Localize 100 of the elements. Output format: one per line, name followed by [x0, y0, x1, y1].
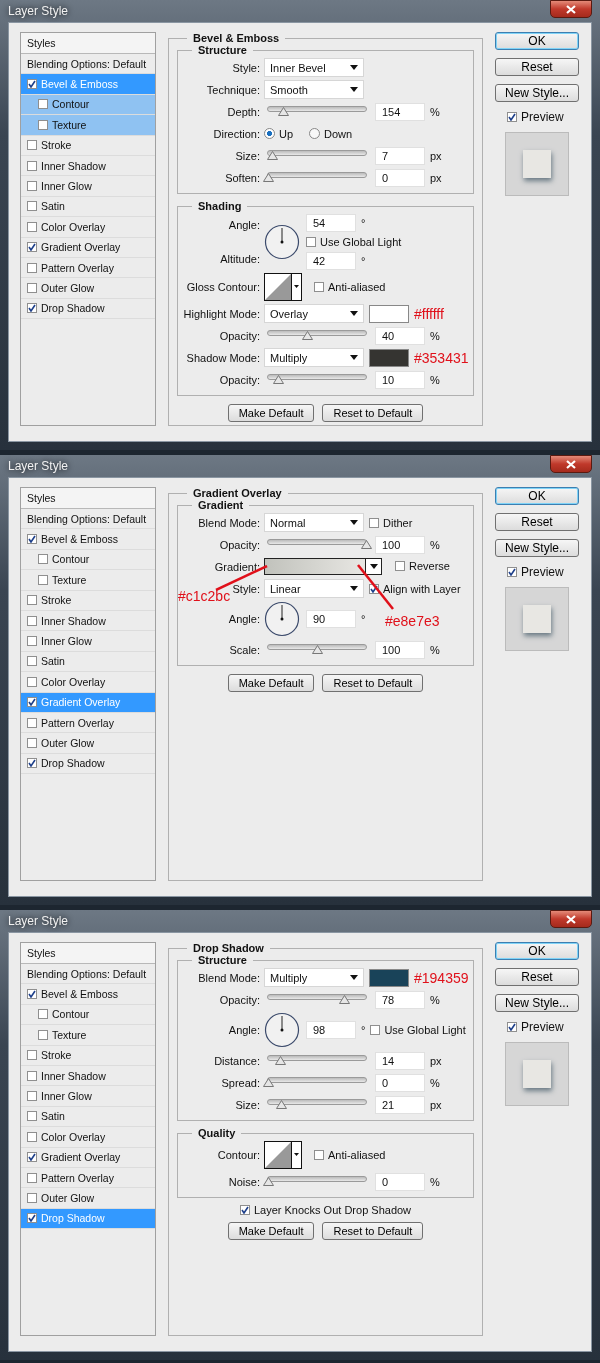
- style-item[interactable]: Bevel & Emboss: [21, 529, 155, 550]
- dialog-button[interactable]: Reset: [495, 513, 579, 531]
- number-field[interactable]: 100: [375, 535, 425, 554]
- dropdown[interactable]: Overlay: [264, 304, 364, 323]
- field-label: Opacity:: [218, 538, 260, 551]
- number-field[interactable]: 154: [375, 102, 425, 121]
- unit-label: %: [430, 373, 440, 386]
- color-note: #c1c2bc: [178, 588, 231, 604]
- unit-label: °: [361, 1024, 366, 1036]
- style-item[interactable]: Bevel & Emboss: [21, 984, 155, 1005]
- style-item[interactable]: Texture: [21, 1025, 155, 1046]
- style-item[interactable]: Blending Options: Default: [21, 509, 155, 530]
- panel-button[interactable]: Make Default: [227, 1222, 315, 1240]
- style-item[interactable]: Satin: [21, 651, 155, 673]
- style-item[interactable]: Stroke: [21, 135, 155, 156]
- style-item[interactable]: Color Overlay: [21, 217, 155, 238]
- group-title: Structure: [197, 954, 248, 966]
- style-item[interactable]: Outer Glow: [21, 733, 155, 754]
- field-label: Style:: [231, 582, 260, 595]
- style-item[interactable]: Color Overlay: [21, 1127, 155, 1148]
- panel-button[interactable]: Reset to Default: [322, 674, 424, 692]
- number-field[interactable]: 78: [375, 990, 425, 1009]
- field-label: Soften:: [224, 171, 260, 184]
- style-item[interactable]: Inner Glow: [21, 176, 155, 197]
- panel-button[interactable]: Reset to Default: [322, 404, 424, 422]
- style-item[interactable]: Texture: [21, 115, 155, 136]
- style-item[interactable]: Color Overlay: [21, 672, 155, 693]
- style-item[interactable]: Texture: [21, 570, 155, 591]
- dropdown[interactable]: Linear: [264, 579, 364, 598]
- unit-label: °: [361, 613, 366, 625]
- window-title: Layer Style: [8, 459, 69, 473]
- style-item[interactable]: Inner Shadow: [21, 610, 155, 632]
- style-item[interactable]: Gradient Overlay: [21, 1147, 155, 1168]
- style-item[interactable]: Contour: [21, 94, 155, 116]
- field-label: Distance:: [213, 1054, 260, 1067]
- style-item[interactable]: Contour: [21, 549, 155, 571]
- number-field[interactable]: 0: [375, 1172, 425, 1191]
- dialog-button[interactable]: New Style...: [495, 994, 579, 1012]
- unit-label: %: [430, 993, 440, 1006]
- dropdown[interactable]: Smooth: [264, 80, 364, 99]
- dialog-button[interactable]: Reset: [495, 58, 579, 76]
- style-item[interactable]: Blending Options: Default: [21, 964, 155, 985]
- field-label: Angle:: [227, 219, 260, 231]
- number-field[interactable]: 98: [306, 1021, 356, 1039]
- unit-label: %: [430, 643, 440, 656]
- panel-button[interactable]: Reset to Default: [322, 1222, 424, 1240]
- panel-title: Bevel & Emboss: [192, 32, 281, 44]
- style-item[interactable]: Outer Glow: [21, 278, 155, 299]
- field-label: Opacity:: [218, 993, 260, 1006]
- style-item[interactable]: Stroke: [21, 1045, 155, 1066]
- dialog-button[interactable]: New Style...: [495, 539, 579, 557]
- panel-button[interactable]: Make Default: [227, 404, 315, 422]
- unit-label: %: [430, 1076, 440, 1089]
- style-item[interactable]: Inner Shadow: [21, 1065, 155, 1087]
- dialog-button[interactable]: Reset: [495, 968, 579, 986]
- number-field[interactable]: 14: [375, 1051, 425, 1070]
- dropdown[interactable]: Normal: [264, 513, 364, 532]
- style-item[interactable]: Stroke: [21, 590, 155, 611]
- field-label: Style:: [231, 61, 260, 74]
- style-item[interactable]: Inner Shadow: [21, 155, 155, 177]
- style-item[interactable]: Pattern Overlay: [21, 712, 155, 734]
- number-field[interactable]: 0: [375, 168, 425, 187]
- color-note: #ffffff: [414, 305, 444, 322]
- dropdown[interactable]: Inner Bevel: [264, 58, 364, 77]
- number-field[interactable]: 10: [375, 370, 425, 389]
- number-field[interactable]: 90: [306, 610, 356, 628]
- style-item[interactable]: Drop Shadow: [21, 753, 155, 775]
- style-item[interactable]: Satin: [21, 1106, 155, 1128]
- dialog-button[interactable]: OK: [495, 32, 579, 50]
- number-field[interactable]: 54: [306, 214, 356, 232]
- group-title: Shading: [197, 200, 243, 212]
- dropdown[interactable]: Multiply: [264, 968, 364, 987]
- number-field[interactable]: 42: [306, 252, 356, 270]
- dialog-button[interactable]: New Style...: [495, 84, 579, 102]
- dropdown[interactable]: Multiply: [264, 348, 364, 367]
- dialog-button[interactable]: OK: [495, 487, 579, 505]
- style-item[interactable]: Gradient Overlay: [21, 237, 155, 258]
- style-item[interactable]: Contour: [21, 1004, 155, 1026]
- dialog-button[interactable]: OK: [495, 942, 579, 960]
- number-field[interactable]: 0: [375, 1073, 425, 1092]
- number-field[interactable]: 21: [375, 1095, 425, 1114]
- style-item[interactable]: Pattern Overlay: [21, 257, 155, 279]
- number-field[interactable]: 100: [375, 640, 425, 659]
- field-label: Gloss Contour:: [185, 281, 260, 293]
- style-item[interactable]: Inner Glow: [21, 631, 155, 652]
- style-item[interactable]: Pattern Overlay: [21, 1167, 155, 1189]
- group-title: Structure: [197, 44, 248, 56]
- panel-button[interactable]: Make Default: [227, 674, 315, 692]
- unit-label: %: [430, 1175, 440, 1188]
- style-item[interactable]: Drop Shadow: [21, 298, 155, 320]
- unit-label: °: [361, 217, 366, 229]
- number-field[interactable]: 7: [375, 146, 425, 165]
- list-header: Styles: [21, 488, 155, 509]
- style-item[interactable]: Satin: [21, 196, 155, 218]
- field-label: Blend Mode:: [197, 516, 260, 529]
- number-field[interactable]: 40: [375, 326, 425, 345]
- style-item[interactable]: Outer Glow: [21, 1188, 155, 1209]
- style-item[interactable]: Inner Glow: [21, 1086, 155, 1107]
- field-label: Contour:: [216, 1149, 260, 1161]
- field-label: Noise:: [227, 1175, 260, 1188]
